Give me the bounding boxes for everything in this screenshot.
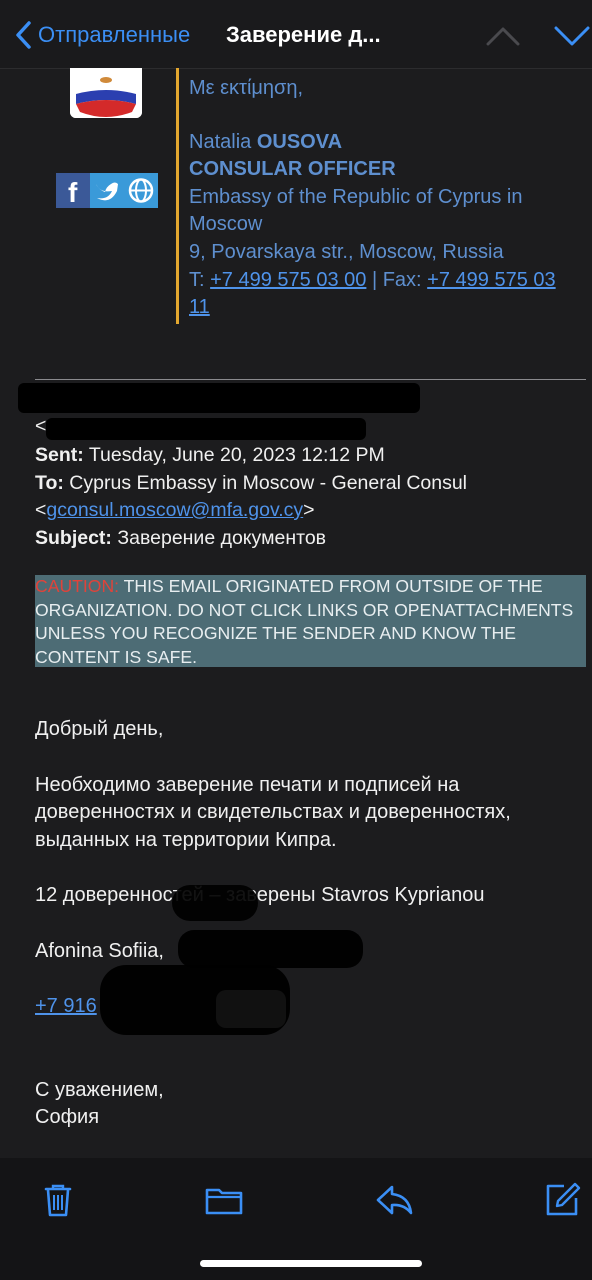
flag-emblem-icon	[70, 68, 142, 118]
caution-label: CAUTION:	[35, 576, 120, 596]
body-greeting: Добрый день,	[35, 718, 164, 740]
phone-prefix: T:	[189, 268, 205, 291]
to-email-link[interactable]: gconsul.moscow@mfa.gov.cy	[46, 499, 303, 521]
sent-label: Sent:	[35, 444, 84, 466]
caution-banner: CAUTION: THIS EMAIL ORIGINATED FROM OUTS…	[35, 575, 586, 667]
body-paragraph: Необходимо заверение печати и подписей н…	[35, 773, 511, 851]
trash-icon[interactable]	[38, 1180, 78, 1220]
redaction-body-2	[178, 930, 363, 968]
message-header: Sent: Tuesday, June 20, 2023 12:12 PM To…	[35, 442, 585, 552]
subject-value: Заверение документов	[117, 526, 327, 549]
signature-greeting: Με εκτίμηση,	[189, 77, 304, 99]
signature-text: Με εκτίμηση, Natalia OUSOVA CONSULAR OFF…	[189, 75, 579, 322]
back-label: Отправленные	[38, 22, 191, 47]
body-signoff: София	[35, 1106, 100, 1128]
signature-position: CONSULAR OFFICER	[189, 158, 396, 181]
signature-divider	[176, 68, 179, 324]
website-icon[interactable]	[124, 173, 158, 208]
header-divider	[35, 379, 586, 380]
to-value: Cyprus Embassy in Moscow - General Consu…	[69, 471, 468, 494]
subject-label: Subject:	[35, 526, 112, 549]
folder-icon[interactable]	[204, 1180, 244, 1220]
to-email-close: >	[303, 499, 315, 521]
to-email-open: <	[35, 499, 47, 521]
signature-last-name: OUSOVA	[256, 130, 343, 153]
sent-value: Tuesday, June 20, 2023 12:12 PM	[88, 444, 385, 466]
redaction-from-email	[46, 418, 366, 440]
fax-prefix: | Fax:	[371, 268, 422, 291]
to-label: To:	[35, 471, 64, 494]
redaction-from	[18, 383, 420, 413]
social-links: f	[56, 173, 158, 208]
reply-icon[interactable]	[374, 1180, 414, 1220]
signature-address: 9, Povarskaya str., Moscow, Russia	[189, 240, 504, 263]
body-phone-link[interactable]: +7 916	[35, 995, 97, 1017]
embassy-logo	[70, 68, 142, 118]
message-body: Добрый день, Необходимо заверение печати…	[35, 716, 580, 1132]
phone-link[interactable]: +7 499 575 03 00	[210, 269, 366, 291]
signature-contacts: T: +7 499 575 03 00 | Fax: +7 499 575 03…	[189, 267, 579, 322]
redaction-body-1	[172, 885, 258, 921]
signature-name: Natalia OUSOVA	[189, 129, 579, 157]
from-email-open: <	[35, 415, 47, 437]
chevron-up-icon[interactable]	[486, 22, 520, 50]
compose-icon[interactable]	[542, 1180, 582, 1220]
signature-organization: Embassy of the Republic of Cyprus in Mos…	[189, 185, 523, 236]
back-button[interactable]: Отправленные	[14, 18, 190, 52]
svg-text:f: f	[68, 177, 78, 208]
twitter-icon[interactable]	[90, 173, 124, 208]
home-indicator[interactable]	[200, 1260, 422, 1267]
body-closing: С уважением,	[35, 1078, 164, 1101]
signature-first-name: Natalia	[189, 130, 252, 153]
message-title: Заверение д...	[226, 22, 381, 47]
chevron-left-icon	[16, 21, 31, 49]
redaction-body-4	[216, 990, 286, 1028]
facebook-icon[interactable]: f	[56, 173, 90, 208]
navigation-bar: Отправленные Заверение д...	[0, 0, 592, 69]
chevron-down-icon[interactable]	[554, 22, 590, 50]
body-count-line: 12 доверенностей – заверены Stavros Kypr…	[35, 884, 485, 906]
